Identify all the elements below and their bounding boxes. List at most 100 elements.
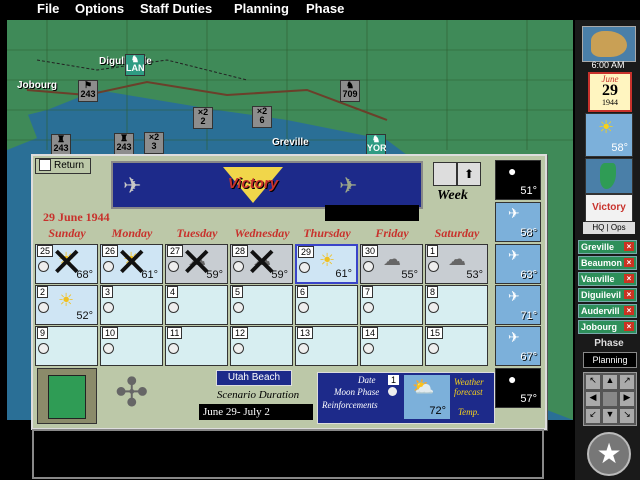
close-icon[interactable]: × [624,322,634,331]
calendar-day-cell[interactable]: 1 ☁ 53° [425,244,488,284]
forecast-slot[interactable]: ● 57° [495,368,541,408]
day-temp: 55° [401,269,418,281]
menu-planning[interactable]: Planning [234,1,289,16]
calendar-day-cell[interactable]: 4 [165,285,228,325]
moon-icon: ● [508,371,517,387]
banner-title: Victory [227,175,279,192]
date-calendar-button[interactable]: June 29 1944 [588,72,632,112]
minimap[interactable] [582,26,636,62]
close-icon[interactable]: × [624,274,634,283]
forecast-temp: 57° [520,393,537,405]
scroll-down-right-icon[interactable]: ↘ [620,409,634,423]
calendar-day-cell[interactable]: 28 ☁ 59° ✕ [230,244,293,284]
close-icon[interactable]: × [624,242,634,251]
unit-counter[interactable]: ♜ 243 [51,134,71,156]
calendar-day-cell[interactable]: 30 ☁ 55° [360,244,423,284]
unit-counter[interactable]: ♞ YOR [366,134,387,156]
close-icon[interactable]: × [624,290,634,299]
sector-map-button[interactable] [585,158,633,194]
scroll-up-right-icon[interactable]: ↗ [620,375,634,389]
day-number: 8 [427,286,439,298]
calendar-day-cell[interactable]: 26 ☀ 61° ✕ [100,244,163,284]
current-date: 29 June 1944 [43,210,110,224]
unit-counter[interactable]: ♞ LAN [125,54,145,76]
hq-ops-toggle[interactable]: HQ | Ops [583,222,635,234]
scroll-left-icon[interactable]: ◀ [586,392,600,406]
location-button-beaumon[interactable]: Beaumon × [578,256,637,270]
forecast-temp: 51° [520,185,537,197]
return-button[interactable]: Return [35,158,91,174]
fighter-plane-icon: ✈ [339,173,358,198]
calendar-day-cell[interactable]: 29 ☀ 61° [295,244,358,284]
scroll-right-icon[interactable]: ▶ [620,392,634,406]
unit-counter[interactable]: ♞ 709 [340,80,360,102]
forecast-slot[interactable]: ✈ 71° [495,285,541,325]
calendar-day-cell[interactable]: 2 ☀ 52° [35,285,98,325]
scenario-beach-button[interactable]: Utah Beach [216,370,292,386]
scroll-up-icon[interactable]: ▲ [603,375,617,389]
calendar-day-cell[interactable]: 10 [100,326,163,366]
scenario-duration-value: June 29- July 2 [199,404,313,420]
victory-button[interactable]: Victory [585,194,633,222]
calendar-day-cell[interactable]: 13 [295,326,358,366]
scroll-up-left-icon[interactable]: ↖ [586,375,600,389]
plane-icon: ✈ [508,205,520,221]
menu-options[interactable]: Options [75,1,124,16]
location-button-diguilevil[interactable]: Diguilevil × [578,288,637,302]
forecast-slot[interactable]: ✈ 67° [495,326,541,366]
unit-counter[interactable]: ♜ 243 [114,133,134,155]
forecast-temp: 67° [520,351,537,363]
scroll-down-left-icon[interactable]: ↙ [586,409,600,423]
calendar-day-cell[interactable]: 14 [360,326,423,366]
weekday-monday: Monday [111,226,153,240]
calendar-day-cell[interactable]: 9 [35,326,98,366]
star-button[interactable]: ★ [587,432,631,476]
menu-bar: File Options Staff Duties Planning Phase [0,0,640,18]
calendar-day-cell[interactable]: 25 ☀ 68° ✕ [35,244,98,284]
calendar-day-cell[interactable]: 12 [230,326,293,366]
calendar-day-cell[interactable]: 8 [425,285,488,325]
forecast-slot[interactable]: ✈ 58° [495,202,541,242]
moon-icon: ● [508,163,517,179]
forecast-slot[interactable]: ✈ 63° [495,244,541,284]
day-number: 30 [362,245,379,257]
menu-staff-duties[interactable]: Staff Duties [140,1,212,16]
week-back-button[interactable] [433,162,457,186]
calendar-day-cell[interactable]: 11 [165,326,228,366]
weekday-thursday: Thursday [303,226,351,240]
scenario-duration-label: Scenario Duration [216,389,300,401]
unit-counter[interactable]: ×2 3 [144,132,164,154]
week-forward-button[interactable]: ⬆ [457,162,481,186]
day-number: 29 [298,246,315,258]
menu-file[interactable]: File [37,1,59,16]
forecast-slot[interactable]: ● 51° [495,160,541,200]
calendar-day-cell[interactable]: 27 ☁ 59° ✕ [165,244,228,284]
phase-button[interactable]: Planning [583,352,637,368]
location-button-greville[interactable]: Greville × [578,240,637,254]
weather-button[interactable]: ☀ 58° [585,113,633,157]
location-button-vauville[interactable]: Vauville × [578,272,637,286]
close-icon[interactable]: × [624,306,634,315]
location-button-jobourg[interactable]: Jobourg × [578,320,637,334]
calendar-day-cell[interactable]: 6 [295,285,358,325]
day-number: 12 [232,327,249,339]
calendar-day-cell[interactable]: 3 [100,285,163,325]
scroll-center-icon[interactable] [603,392,617,406]
day-number: 13 [297,327,314,339]
close-icon[interactable]: × [624,258,634,267]
calendar-day-cell[interactable]: 15 [425,326,488,366]
peninsula-icon [600,163,616,189]
day-number: 2 [37,286,49,298]
weekday-sunday: Sunday [48,226,86,240]
sector-thumbnail-button[interactable] [37,368,97,424]
location-button-audervill[interactable]: Audervill × [578,304,637,318]
unit-counter[interactable]: ×2 6 [252,106,272,128]
town-greville: Greville [272,137,309,148]
unit-counter[interactable]: ⚑ 243 [78,80,98,102]
calendar-day-cell[interactable]: 5 [230,285,293,325]
fighter-plane-icon: ✈ [123,173,142,198]
scroll-down-icon[interactable]: ▼ [603,409,617,423]
menu-phase[interactable]: Phase [306,1,344,16]
unit-counter[interactable]: ×2 2 [193,107,213,129]
calendar-day-cell[interactable]: 7 [360,285,423,325]
